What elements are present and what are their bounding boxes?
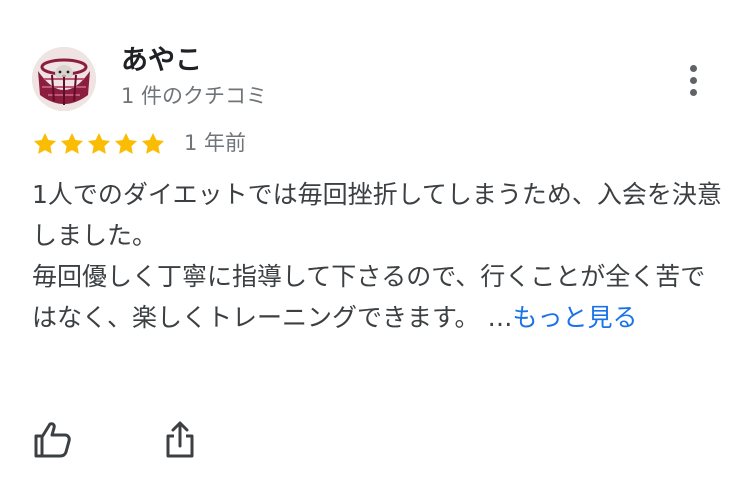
star-icon [114,132,138,154]
review-date: 1 年前 [184,131,247,155]
more-vert-icon-dot-top [690,65,697,72]
more-vert-icon-dot-middle [690,77,697,84]
review-text-line-1: 1人でのダイエットでは毎回挫折してしまうため、入会を決意しました。 [32,180,722,250]
star-icon [141,132,165,154]
share-button[interactable] [156,416,204,464]
share-icon [166,421,194,458]
more-vert-icon-dot-bottom [690,89,697,96]
thumbs-up-icon [34,422,71,458]
star-rating [32,131,166,159]
star-icon [33,132,57,154]
review-text-line-2: 毎回優しく丁寧に指導して下さるので、行くことが全く苦ではなく、楽しくトレーニング… [32,256,722,338]
review-card: あやこ 1 件のクチコミ 1 年前 1人でのダイエットでは毎回挫折してしまうため… [0,0,750,503]
reviewer-avatar[interactable] [32,47,96,111]
more-options-button[interactable] [672,58,716,102]
read-more-link[interactable]: もっと見る [512,303,637,332]
star-icon [60,132,84,154]
star-icon [87,132,111,154]
like-button[interactable] [28,416,76,464]
reviewer-review-count[interactable]: 1 件のクチコミ [121,82,267,110]
hamster-in-basket-avatar-icon [32,47,96,111]
review-text: 1人でのダイエットでは毎回挫折してしまうため、入会を決意しました。 毎回優しく丁… [32,174,722,338]
reviewer-name[interactable]: あやこ [121,44,202,78]
